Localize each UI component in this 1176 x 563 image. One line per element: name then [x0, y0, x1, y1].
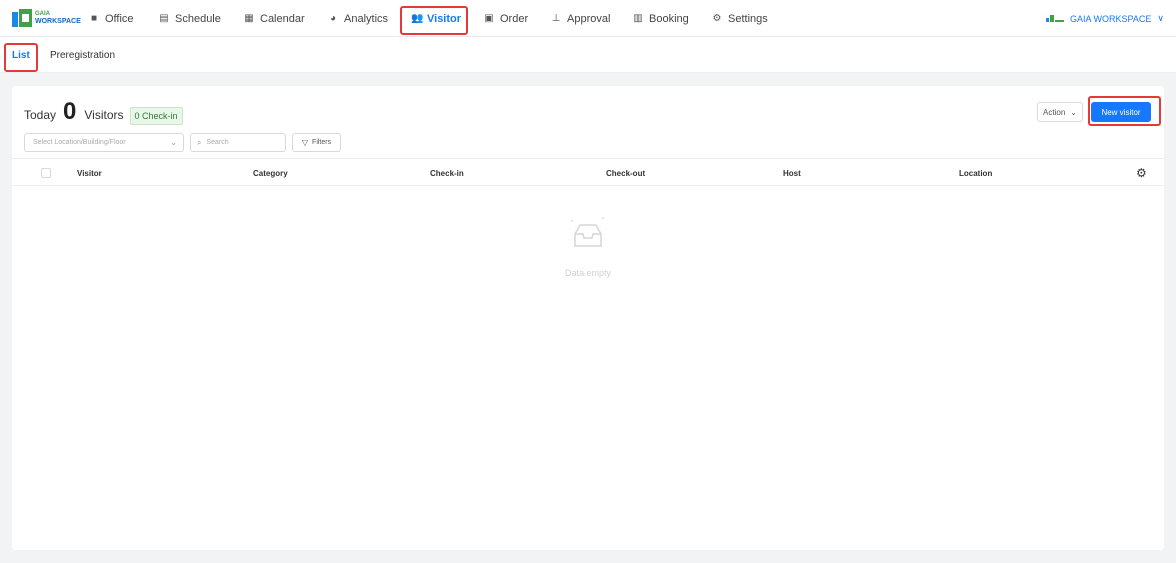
column-header-host[interactable]: Host	[783, 159, 801, 187]
nav-item-label: Calendar	[260, 12, 305, 25]
checkin-badge: 0 Check-in	[129, 107, 183, 125]
gear-icon: ⚙	[712, 13, 722, 24]
calendar-icon: ▦	[244, 13, 254, 24]
chevron-down-icon: ∨	[1157, 13, 1164, 23]
workspace-switcher[interactable]: GAIA WORKSPACE ∨	[1046, 0, 1164, 37]
visitors-label: Visitors	[84, 108, 124, 122]
nav-item-label: Analytics	[344, 12, 389, 25]
search-icon: ⌕	[197, 137, 202, 147]
pie-chart-icon: ◕	[329, 13, 337, 24]
today-summary: Today 0 Visitors 0 Check-in	[24, 98, 183, 126]
nav-item-schedule[interactable]: ▤ Schedule	[159, 0, 221, 37]
logo-icon	[12, 9, 32, 27]
nav-item-settings[interactable]: ⚙ Settings	[712, 0, 768, 37]
column-header-location[interactable]: Location	[959, 159, 992, 187]
workspace-logo-icon	[1046, 15, 1065, 22]
workspace-name: GAIA WORKSPACE	[1070, 13, 1152, 24]
chevron-down-icon: ⌄	[170, 138, 177, 147]
nav-item-label: Order	[500, 12, 529, 25]
new-visitor-highlight-box	[1088, 96, 1161, 126]
visitor-count: 0	[63, 98, 77, 125]
filters-button[interactable]: ▽ Filters	[292, 133, 341, 152]
brand-line2: WORKSPACE	[35, 18, 81, 25]
location-select[interactable]: Select Location/Building/Floor ⌄	[24, 133, 184, 152]
list-highlight-box	[4, 43, 38, 72]
tab-label: Preregistration	[50, 49, 116, 61]
schedule-icon: ▤	[159, 13, 169, 24]
chevron-down-icon: ⌄	[1070, 107, 1077, 117]
nav-item-office[interactable]: ■ Office	[89, 0, 134, 37]
stamp-icon: ⊥	[551, 13, 561, 24]
nav-item-label: Settings	[728, 12, 768, 25]
action-label: Action	[1043, 107, 1066, 117]
booking-icon: ▥	[633, 13, 643, 24]
order-icon: ▣	[484, 13, 494, 24]
briefcase-icon: ■	[90, 13, 98, 24]
location-placeholder: Select Location/Building/Floor	[33, 139, 126, 146]
nav-item-booking[interactable]: ▥ Booking	[633, 0, 689, 37]
column-header-category[interactable]: Category	[253, 159, 288, 187]
nav-item-label: Office	[105, 12, 134, 25]
visitor-list-card: Today 0 Visitors 0 Check-in Action ⌄ New…	[12, 86, 1164, 550]
nav-item-label: Booking	[649, 12, 689, 25]
tab-preregistration[interactable]: Preregistration	[50, 37, 115, 73]
empty-state-text: Data empty	[564, 268, 612, 278]
select-all-checkbox[interactable]	[41, 168, 51, 178]
search-placeholder: Search	[206, 139, 229, 146]
filters-label: Filters	[312, 139, 332, 146]
nav-item-order[interactable]: ▣ Order	[484, 0, 528, 37]
search-input[interactable]: ⌕ Search	[190, 133, 286, 152]
empty-inbox-icon	[571, 217, 604, 247]
filter-icon: ▽	[301, 138, 309, 147]
column-header-check-out[interactable]: Check-out	[606, 159, 645, 187]
nav-item-calendar[interactable]: ▦ Calendar	[244, 0, 305, 37]
column-settings-gear-icon[interactable]: ⚙	[1136, 166, 1147, 180]
column-header-check-in[interactable]: Check-in	[430, 159, 464, 187]
action-dropdown[interactable]: Action ⌄	[1037, 102, 1083, 122]
table-header: Visitor Category Check-in Check-out Host…	[12, 158, 1164, 186]
top-navigation: GAIA WORKSPACE ■ Office ▤ Schedule ▦ Cal…	[0, 0, 1176, 37]
nav-item-label: Approval	[567, 12, 611, 25]
brand-line1: GAIA	[35, 11, 50, 17]
sub-tabs: List Preregistration	[0, 37, 1176, 73]
column-header-visitor[interactable]: Visitor	[77, 159, 102, 187]
today-label: Today	[24, 108, 57, 122]
brand-logo[interactable]: GAIA WORKSPACE	[12, 9, 81, 27]
nav-item-analytics[interactable]: ◕ Analytics	[328, 0, 388, 37]
visitor-highlight-box	[400, 6, 468, 35]
nav-item-approval[interactable]: ⊥ Approval	[551, 0, 611, 37]
nav-item-label: Schedule	[175, 12, 221, 25]
